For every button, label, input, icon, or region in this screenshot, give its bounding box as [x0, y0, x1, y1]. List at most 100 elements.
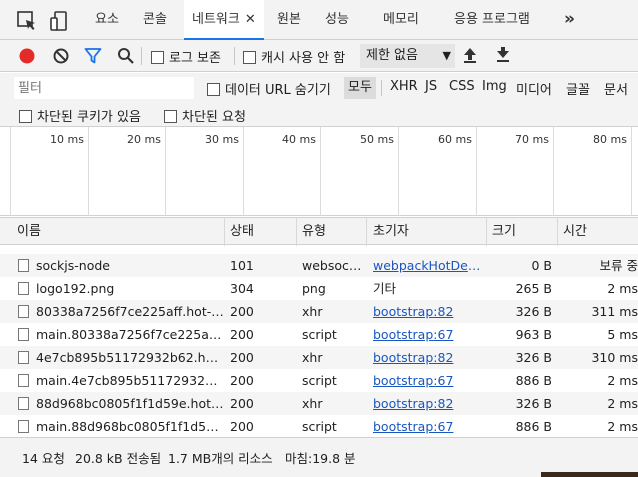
search-icon[interactable]: [117, 47, 135, 65]
timeline-overview[interactable]: 10 ms 20 ms 30 ms 40 ms 50 ms 60 ms 70 m…: [0, 127, 638, 216]
checkbox-box[interactable]: [164, 110, 177, 123]
tab-application[interactable]: 응용 프로그램: [447, 0, 537, 40]
blocked-cookies-checkbox[interactable]: 차단된 쿠키가 있음: [19, 106, 141, 125]
request-size: 886 B: [515, 373, 552, 388]
table-row[interactable]: 4e7cb895b51172932b62.hot-... 200 xhr boo…: [0, 346, 638, 369]
filter-type-img[interactable]: Img: [482, 79, 507, 94]
export-har-icon[interactable]: [495, 46, 511, 64]
request-type: xhr: [302, 304, 323, 319]
preserve-log-checkbox[interactable]: 로그 보존: [151, 47, 221, 66]
blocked-requests-checkbox[interactable]: 차단된 요청: [164, 106, 246, 125]
filter-type-font[interactable]: 글꼴: [566, 79, 590, 98]
tab-elements[interactable]: 요소: [88, 0, 126, 40]
column-header-initiator[interactable]: 초기자: [368, 218, 409, 245]
request-initiator-link[interactable]: bootstrap:82: [368, 300, 484, 323]
request-status: 200: [230, 396, 254, 411]
request-initiator-link[interactable]: webpackHotDev...: [368, 254, 484, 277]
filter-type-all[interactable]: 모두: [344, 77, 376, 99]
request-size: 265 B: [515, 281, 552, 296]
column-header-status[interactable]: 상태: [225, 218, 254, 245]
clear-icon[interactable]: [52, 47, 70, 65]
more-tabs-icon[interactable]: »: [564, 9, 575, 29]
filter-type-doc[interactable]: 문서: [604, 79, 628, 98]
request-initiator-link[interactable]: bootstrap:82: [368, 392, 484, 415]
filter-type-js[interactable]: JS: [425, 79, 437, 94]
request-name-text: main.4e7cb895b51172932b6...: [36, 373, 224, 388]
request-initiator-link[interactable]: bootstrap:67: [368, 323, 484, 346]
tab-sources[interactable]: 원본: [270, 0, 308, 40]
hide-data-urls-checkbox[interactable]: 데이터 URL 숨기기: [207, 79, 331, 98]
network-toolbar: 로그 보존 캐시 사용 안 함 제한 없음 ▼: [0, 40, 638, 72]
device-toolbar-icon[interactable]: [48, 10, 70, 32]
request-size: 326 B: [515, 304, 552, 319]
tab-performance[interactable]: 성능: [318, 0, 356, 40]
request-initiator: 기타: [373, 281, 397, 296]
request-size: 0 B: [531, 258, 552, 273]
tab-console[interactable]: 콘솔: [136, 0, 174, 40]
table-row[interactable]: logo192.png 304 png 기타 265 B 2 ms: [0, 277, 638, 300]
column-header-name[interactable]: 이름: [12, 218, 41, 245]
tab-label: 응용 프로그램: [454, 12, 530, 27]
overview-gridline: [165, 127, 166, 216]
devtools-tab-bar: 요소 콘솔 네트워크 ✕ 원본 성능 메모리 응용 프로그램 »: [0, 0, 638, 40]
request-initiator-link[interactable]: bootstrap:82: [368, 346, 484, 369]
request-initiator-link[interactable]: bootstrap:67: [368, 369, 484, 392]
table-row[interactable]: sockjs-node 101 websock... webpackHotDev…: [0, 254, 638, 277]
close-tab-icon[interactable]: ✕: [245, 12, 256, 27]
overview-gridline: [10, 127, 11, 216]
request-time: 2 ms: [607, 396, 638, 411]
file-icon: [18, 374, 29, 387]
request-initiator-link[interactable]: bootstrap:67: [368, 415, 484, 437]
checkbox-box[interactable]: [243, 51, 256, 64]
filter-type-media[interactable]: 미디어: [516, 79, 552, 98]
disable-cache-checkbox[interactable]: 캐시 사용 안 함: [243, 47, 345, 66]
column-header-time[interactable]: 시간: [558, 218, 587, 245]
checkbox-box[interactable]: [151, 51, 164, 64]
import-har-icon[interactable]: [462, 46, 478, 64]
column-header-size[interactable]: 크기: [487, 218, 516, 245]
table-row[interactable]: main.4e7cb895b51172932b6... 200 script b…: [0, 369, 638, 392]
checkbox-box[interactable]: [207, 83, 220, 96]
request-name-text: logo192.png: [36, 281, 115, 296]
request-name-text: main.88d968bc0805f1f1d59e....: [36, 419, 224, 434]
request-name: sockjs-node: [18, 254, 224, 277]
table-row[interactable]: 88d968bc0805f1f1d59e.hot-u... 200 xhr bo…: [0, 392, 638, 415]
table-row[interactable]: 80338a7256f7ce225aff.hot-u... 200 xhr bo…: [0, 300, 638, 323]
request-table-header: 이름 상태 유형 초기자 크기 시간: [0, 217, 638, 245]
tab-label: 원본: [277, 12, 301, 27]
record-icon[interactable]: [18, 47, 36, 65]
request-name-text: sockjs-node: [36, 258, 110, 273]
toolbar-divider: [141, 47, 142, 65]
checkbox-label: 차단된 쿠키가 있음: [37, 110, 141, 125]
tab-label: 네트워크: [192, 12, 240, 27]
filter-type-xhr[interactable]: XHR: [390, 79, 418, 94]
checkbox-label: 차단된 요청: [182, 110, 246, 125]
tab-label: 콘솔: [143, 12, 167, 27]
filter-icon[interactable]: [84, 47, 102, 65]
request-status: 200: [230, 350, 254, 365]
file-icon: [18, 420, 29, 433]
request-status: 200: [230, 419, 254, 434]
table-row[interactable]: main.80338a7256f7ce225aff.h... 200 scrip…: [0, 323, 638, 346]
tab-memory[interactable]: 메모리: [376, 0, 426, 40]
request-name-text: 80338a7256f7ce225aff.hot-u...: [36, 304, 224, 319]
request-size: 326 B: [515, 350, 552, 365]
request-time: 2 ms: [607, 281, 638, 296]
background-window-edge: [541, 472, 638, 477]
filter-input[interactable]: [14, 77, 194, 99]
checkbox-box[interactable]: [19, 110, 32, 123]
tab-network[interactable]: 네트워크 ✕: [184, 0, 264, 40]
overview-gridline: [631, 127, 632, 216]
filter-type-css[interactable]: CSS: [449, 79, 475, 94]
column-header-type[interactable]: 유형: [297, 218, 326, 245]
table-row[interactable]: main.88d968bc0805f1f1d59e.... 200 script…: [0, 415, 638, 437]
file-icon: [18, 328, 29, 341]
filter-divider: [381, 80, 382, 96]
throttling-value: 제한 없음: [366, 48, 418, 63]
request-type: xhr: [302, 396, 323, 411]
overview-gridline: [243, 127, 244, 216]
request-type: png: [302, 281, 326, 296]
inspect-element-icon[interactable]: [16, 10, 38, 32]
throttling-select[interactable]: 제한 없음 ▼: [360, 44, 455, 68]
request-type: script: [302, 327, 337, 342]
